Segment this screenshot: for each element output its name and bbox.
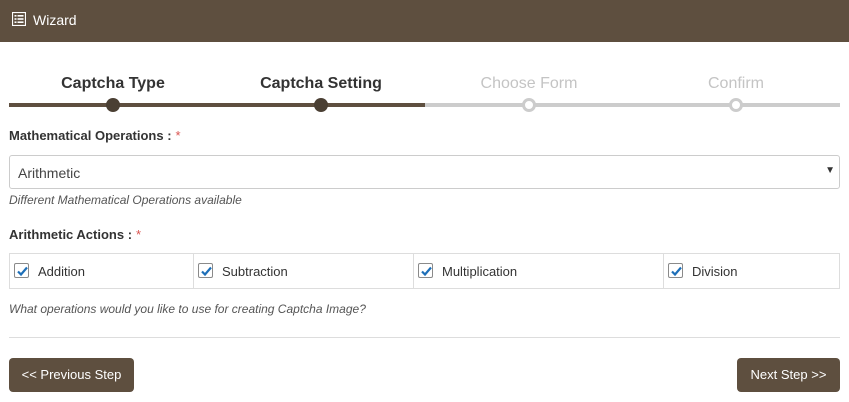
wizard-header: Wizard: [0, 0, 849, 42]
step-choose-form: Choose Form: [425, 72, 633, 112]
checkbox-subtraction[interactable]: Subtraction: [194, 254, 414, 288]
required-marker: *: [136, 227, 142, 242]
arithmetic-actions-label: Arithmetic Actions : *: [9, 227, 141, 242]
step-captcha-type[interactable]: Captcha Type: [9, 72, 217, 112]
step-confirm: Confirm: [632, 72, 840, 112]
step-marker: [729, 98, 743, 112]
wizard-title: Wizard: [33, 12, 77, 28]
step-label: Captcha Setting: [260, 75, 382, 92]
progress-track-pending: [425, 103, 840, 107]
checkbox-checked-icon[interactable]: [198, 263, 213, 278]
list-icon: [11, 11, 27, 27]
next-step-button[interactable]: Next Step >>: [737, 358, 840, 392]
math-operations-label: Mathematical Operations : *: [9, 128, 181, 143]
step-label: Captcha Type: [61, 75, 165, 92]
checkbox-label: Subtraction: [222, 264, 288, 279]
step-label: Confirm: [707, 75, 764, 92]
math-operations-help: Different Mathematical Operations availa…: [9, 193, 242, 207]
checkbox-division[interactable]: Division: [664, 254, 839, 288]
step-marker: [314, 98, 328, 112]
step-captcha-setting[interactable]: Captcha Setting: [217, 72, 425, 112]
step-label: Choose Form: [480, 75, 578, 92]
required-marker: *: [175, 128, 181, 143]
checkbox-label: Multiplication: [442, 264, 518, 279]
step-marker: [522, 98, 536, 112]
checkbox-addition[interactable]: Addition: [10, 254, 194, 288]
math-operations-selected-value: Arithmetic: [18, 165, 81, 181]
arithmetic-actions-help: What operations would you like to use fo…: [9, 302, 366, 316]
progress-track-complete: [9, 103, 425, 107]
checkbox-checked-icon[interactable]: [14, 263, 29, 278]
math-operations-select[interactable]: Arithmetic ▼: [9, 155, 840, 189]
math-operations-label-text: Mathematical Operations :: [9, 128, 172, 143]
arithmetic-actions-label-text: Arithmetic Actions :: [9, 227, 133, 242]
caret-down-icon: ▼: [825, 165, 835, 176]
checkbox-label: Division: [692, 264, 738, 279]
checkbox-multiplication[interactable]: Multiplication: [414, 254, 664, 288]
checkbox-checked-icon[interactable]: [418, 263, 433, 278]
previous-step-button[interactable]: << Previous Step: [9, 358, 134, 392]
checkbox-label: Addition: [38, 264, 85, 279]
divider: [9, 337, 840, 338]
wizard-progress: Captcha Type Captcha Setting Choose Form…: [9, 72, 840, 117]
checkbox-checked-icon[interactable]: [668, 263, 683, 278]
step-marker: [106, 98, 120, 112]
arithmetic-actions-group: Addition Subtraction Multiplication Divi…: [9, 253, 840, 289]
